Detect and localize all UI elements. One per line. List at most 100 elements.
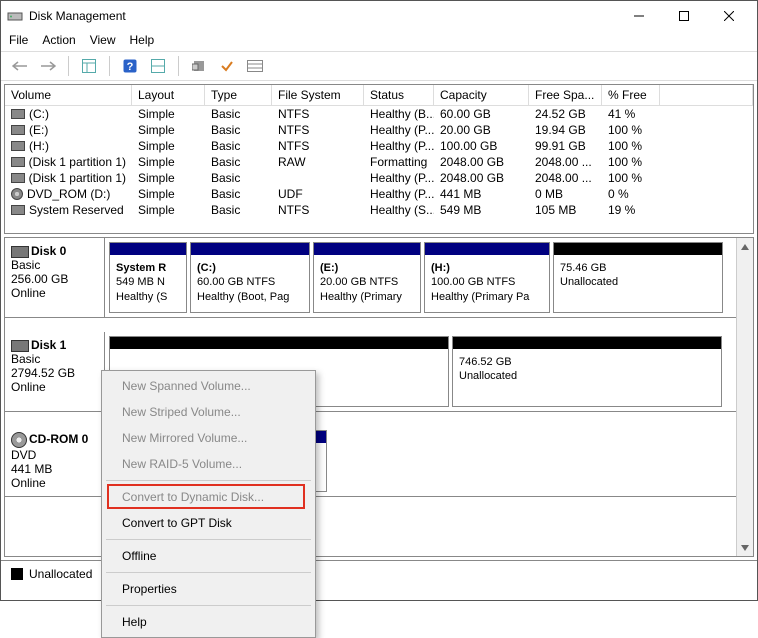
cell-fs: UDF bbox=[272, 186, 364, 202]
disk-type: Basic bbox=[11, 258, 98, 272]
panel2-icon[interactable] bbox=[147, 55, 169, 77]
panel-icon[interactable] bbox=[78, 55, 100, 77]
check-icon[interactable] bbox=[216, 55, 238, 77]
cell-capacity: 441 MB bbox=[434, 186, 529, 202]
disk-info[interactable]: Disk 1Basic2794.52 GBOnline bbox=[5, 332, 105, 411]
maximize-button[interactable] bbox=[661, 2, 706, 30]
svg-text:?: ? bbox=[127, 61, 134, 73]
cell-layout: Simple bbox=[132, 202, 205, 218]
table-row[interactable]: (H:)SimpleBasicNTFSHealthy (P...100.00 G… bbox=[5, 138, 753, 154]
disk-type: DVD bbox=[11, 448, 98, 462]
menubar: File Action View Help bbox=[1, 31, 757, 51]
cell-pfree: 100 % bbox=[602, 138, 660, 154]
disk-state: Online bbox=[11, 476, 98, 490]
menu-new-mirrored: New Mirrored Volume... bbox=[104, 425, 313, 451]
list-icon[interactable] bbox=[244, 55, 266, 77]
cell-layout: Simple bbox=[132, 138, 205, 154]
toolbar-sep bbox=[109, 56, 110, 76]
cell-status: Healthy (S... bbox=[364, 202, 434, 218]
cell-free: 99.91 GB bbox=[529, 138, 602, 154]
col-volume[interactable]: Volume bbox=[5, 85, 132, 105]
menu-convert-gpt[interactable]: Convert to GPT Disk bbox=[104, 510, 313, 536]
cell-fs: NTFS bbox=[272, 122, 364, 138]
menu-help[interactable]: Help bbox=[104, 609, 313, 635]
partition-bar bbox=[425, 243, 549, 255]
cell-fs bbox=[272, 170, 364, 186]
menu-view[interactable]: View bbox=[90, 33, 116, 49]
disk-label: CD-ROM 0 bbox=[29, 432, 88, 446]
table-row[interactable]: (Disk 1 partition 1)SimpleBasicHealthy (… bbox=[5, 170, 753, 186]
volume-name: (E:) bbox=[29, 123, 48, 137]
menu-offline[interactable]: Offline bbox=[104, 543, 313, 569]
settings-icon[interactable] bbox=[188, 55, 210, 77]
col-layout[interactable]: Layout bbox=[132, 85, 205, 105]
disk-icon bbox=[11, 432, 27, 448]
volume-icon bbox=[11, 157, 25, 167]
volume-icon bbox=[11, 205, 25, 215]
partition[interactable]: (E:)20.00 GB NTFSHealthy (Primary bbox=[313, 242, 421, 313]
partition-bar bbox=[191, 243, 309, 255]
cell-layout: Simple bbox=[132, 106, 205, 122]
disk-label: Disk 1 bbox=[31, 338, 66, 352]
partition[interactable]: 75.46 GBUnallocated bbox=[553, 242, 723, 313]
cell-layout: Simple bbox=[132, 154, 205, 170]
cell-status: Healthy (P... bbox=[364, 138, 434, 154]
col-type[interactable]: Type bbox=[205, 85, 272, 105]
toolbar: ? bbox=[1, 51, 757, 81]
cell-status: Healthy (P... bbox=[364, 186, 434, 202]
app-icon bbox=[7, 8, 23, 24]
col-pfree[interactable]: % Free bbox=[602, 85, 660, 105]
disk-row[interactable]: Disk 0Basic256.00 GBOnlineSystem R549 MB… bbox=[5, 238, 736, 318]
menu-separator bbox=[106, 539, 311, 540]
disk-size: 441 MB bbox=[11, 462, 98, 476]
partitions: System R549 MB NHealthy (S(C:)60.00 GB N… bbox=[105, 238, 736, 317]
col-capacity[interactable]: Capacity bbox=[434, 85, 529, 105]
volume-name: (Disk 1 partition 1) bbox=[29, 155, 126, 169]
cell-pfree: 19 % bbox=[602, 202, 660, 218]
table-header: Volume Layout Type File System Status Ca… bbox=[5, 85, 753, 106]
cell-fs: NTFS bbox=[272, 138, 364, 154]
vertical-scrollbar[interactable] bbox=[736, 238, 753, 556]
partition[interactable]: System R549 MB NHealthy (S bbox=[109, 242, 187, 313]
forward-button[interactable] bbox=[37, 55, 59, 77]
cell-type: Basic bbox=[205, 122, 272, 138]
disk-icon bbox=[11, 246, 29, 258]
partition-body: 75.46 GBUnallocated bbox=[554, 255, 722, 312]
menu-file[interactable]: File bbox=[9, 33, 28, 49]
volume-icon bbox=[11, 188, 23, 200]
menu-new-spanned: New Spanned Volume... bbox=[104, 373, 313, 399]
table-row[interactable]: System ReservedSimpleBasicNTFSHealthy (S… bbox=[5, 202, 753, 218]
cell-pfree: 100 % bbox=[602, 154, 660, 170]
scroll-up-icon[interactable] bbox=[737, 238, 753, 255]
table-row[interactable]: DVD_ROM (D:)SimpleBasicUDFHealthy (P...4… bbox=[5, 186, 753, 202]
partition[interactable]: (C:)60.00 GB NTFSHealthy (Boot, Pag bbox=[190, 242, 310, 313]
cell-capacity: 100.00 GB bbox=[434, 138, 529, 154]
cell-free: 19.94 GB bbox=[529, 122, 602, 138]
menu-properties[interactable]: Properties bbox=[104, 576, 313, 602]
disk-info[interactable]: CD-ROM 0 DVD441 MBOnline bbox=[5, 426, 105, 496]
cell-free: 24.52 GB bbox=[529, 106, 602, 122]
table-row[interactable]: (Disk 1 partition 1)SimpleBasicRAWFormat… bbox=[5, 154, 753, 170]
close-button[interactable] bbox=[706, 2, 751, 30]
cell-capacity: 60.00 GB bbox=[434, 106, 529, 122]
menu-help[interactable]: Help bbox=[130, 33, 155, 49]
partition[interactable]: (H:)100.00 GB NTFSHealthy (Primary Pa bbox=[424, 242, 550, 313]
menu-action[interactable]: Action bbox=[42, 33, 75, 49]
disk-info[interactable]: Disk 0Basic256.00 GBOnline bbox=[5, 238, 105, 317]
cell-type: Basic bbox=[205, 186, 272, 202]
partition[interactable]: 746.52 GBUnallocated bbox=[452, 336, 722, 407]
cell-capacity: 2048.00 GB bbox=[434, 154, 529, 170]
table-row[interactable]: (E:)SimpleBasicNTFSHealthy (P...20.00 GB… bbox=[5, 122, 753, 138]
help-icon[interactable]: ? bbox=[119, 55, 141, 77]
back-button[interactable] bbox=[9, 55, 31, 77]
cell-free: 2048.00 ... bbox=[529, 170, 602, 186]
col-status[interactable]: Status bbox=[364, 85, 434, 105]
partition-bar bbox=[110, 243, 186, 255]
col-free[interactable]: Free Spa... bbox=[529, 85, 602, 105]
cell-fs: NTFS bbox=[272, 202, 364, 218]
minimize-button[interactable] bbox=[616, 2, 661, 30]
table-row[interactable]: (C:)SimpleBasicNTFSHealthy (B...60.00 GB… bbox=[5, 106, 753, 122]
scroll-down-icon[interactable] bbox=[737, 539, 753, 556]
col-filesystem[interactable]: File System bbox=[272, 85, 364, 105]
cell-type: Basic bbox=[205, 106, 272, 122]
